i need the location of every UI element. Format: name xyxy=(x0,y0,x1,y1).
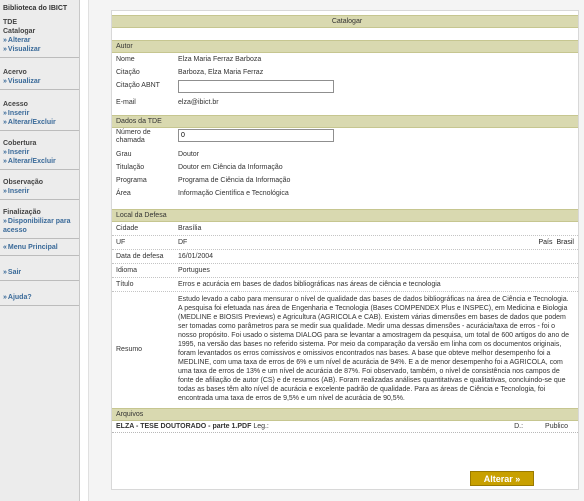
citacao-abnt-label: Citação ABNT xyxy=(116,82,160,89)
sidebar-link-disponibilizar[interactable]: Disponibilizar para acesso xyxy=(3,217,77,235)
citacao-value: Barboza, Elza Maria Ferraz xyxy=(178,69,264,76)
titulo-value: Erros e acurácia em bases de dados bibli… xyxy=(178,281,441,288)
row-cidade: Cidade Brasília xyxy=(112,222,578,236)
area-value: Informação Científica e Tecnológica xyxy=(178,190,289,197)
num-chamada-label: Número de chamada xyxy=(116,129,151,144)
sidebar-link-ajuda[interactable]: Ajuda? xyxy=(3,293,77,302)
programa-label: Programa xyxy=(116,177,147,184)
sidebar-observacao-head: Observação xyxy=(3,179,44,186)
row-idioma: Idioma Portugues xyxy=(112,264,578,278)
section-local-defesa: Local da Defesa xyxy=(112,209,578,222)
titulacao-label: Titulação xyxy=(116,164,145,171)
sidebar-group-finalizacao: Finalização Disponibilizar para acesso xyxy=(0,200,79,239)
row-num-chamada: Número de chamada xyxy=(112,128,578,148)
section-arquivos: Arquivos xyxy=(112,408,578,421)
sidebar-group-sair: Sair xyxy=(0,256,79,281)
file-entry: ELZA - TESE DOUTORADO - parte 1.PDF Leg.… xyxy=(116,423,514,430)
sidebar-tde-label: TDE xyxy=(3,19,17,26)
section-autor: Autor xyxy=(112,40,578,53)
main-area: Catalogar Autor Nome Elza Maria Ferraz B… xyxy=(88,0,584,501)
grau-value: Doutor xyxy=(178,151,200,158)
sidebar-group-observacao: Observação Inserir xyxy=(0,170,79,200)
sidebar-acesso-head: Acesso xyxy=(3,101,28,108)
email-value: elza@ibict.br xyxy=(178,99,219,106)
sidebar-group-acesso: Acesso Inserir Alterar/Excluir xyxy=(0,90,79,131)
file-divider xyxy=(112,432,578,433)
grau-label: Grau xyxy=(116,151,132,158)
programa-value: Programa de Ciência da Informação xyxy=(178,177,291,184)
area-label: Área xyxy=(116,190,131,197)
sidebar-group-menu: Menu Principal xyxy=(0,239,79,256)
citacao-abnt-input[interactable] xyxy=(178,80,334,93)
row-data-defesa: Data de defesa 16/01/2004 xyxy=(112,250,578,264)
resumo-text: Estudo levado a cabo para mensurar o nív… xyxy=(178,296,570,402)
uf-label: UF xyxy=(116,239,126,246)
file-leg: Leg.: xyxy=(253,423,269,430)
pais-label: País xyxy=(538,239,553,246)
page-title: Catalogar xyxy=(112,15,578,28)
row-citacao-abnt: Citação ABNT xyxy=(112,79,578,96)
email-label: E-mail xyxy=(116,99,136,106)
sidebar-finalizacao-head: Finalização xyxy=(3,209,41,216)
alterar-button[interactable]: Alterar » xyxy=(470,471,534,486)
sidebar-link-catalogar-alterar[interactable]: Alterar xyxy=(3,36,77,45)
citacao-label: Citação xyxy=(116,69,140,76)
nome-label: Nome xyxy=(116,56,135,63)
sidebar-title: Biblioteca do IBICT xyxy=(3,5,68,12)
cidade-value: Brasília xyxy=(178,225,202,232)
sidebar-group-ajuda: Ajuda? xyxy=(0,281,79,306)
catalog-panel: Catalogar Autor Nome Elza Maria Ferraz B… xyxy=(111,10,579,490)
sidebar-group-cobertura: Cobertura Inserir Alterar/Excluir xyxy=(0,131,79,170)
num-chamada-input[interactable] xyxy=(178,129,334,142)
sidebar-link-cobertura-inserir[interactable]: Inserir xyxy=(3,148,77,157)
row-resumo: Resumo Estudo levado a cabo para mensura… xyxy=(112,292,578,406)
sidebar-cobertura-head: Cobertura xyxy=(3,140,37,147)
sidebar: Biblioteca do IBICT TDE Catalogar Altera… xyxy=(0,0,80,501)
sidebar-link-cobertura-alterar[interactable]: Alterar/Excluir xyxy=(3,157,77,166)
row-email: E-mail elza@ibict.br xyxy=(112,96,578,113)
uf-value: DF xyxy=(178,239,188,246)
row-programa: Programa Programa de Ciência da Informaç… xyxy=(112,174,578,187)
section-dados-tde: Dados da TDE xyxy=(112,115,578,128)
data-defesa-value: 16/01/2004 xyxy=(178,253,214,260)
sidebar-link-acesso-alterar[interactable]: Alterar/Excluir xyxy=(3,118,77,127)
cidade-label: Cidade xyxy=(116,225,139,232)
titulacao-value: Doutor em Ciência da Informação xyxy=(178,164,283,171)
sidebar-link-menu-principal[interactable]: Menu Principal xyxy=(3,243,77,252)
sidebar-link-acervo-visualizar[interactable]: Visualizar xyxy=(3,77,77,86)
row-area: Área Informação Científica e Tecnológica xyxy=(112,187,578,203)
idioma-value: Portugues xyxy=(178,267,210,274)
sidebar-link-observacao-inserir[interactable]: Inserir xyxy=(3,187,77,196)
sidebar-catalogar-head: Catalogar xyxy=(3,28,36,35)
sidebar-acervo-head: Acervo xyxy=(3,69,27,76)
data-defesa-label: Data de defesa xyxy=(116,253,164,260)
sidebar-link-catalogar-visualizar[interactable]: Visualizar xyxy=(3,45,77,54)
row-nome: Nome Elza Maria Ferraz Barboza xyxy=(112,53,578,66)
file-access: Publico xyxy=(545,423,568,430)
file-row: ELZA - TESE DOUTORADO - parte 1.PDF Leg.… xyxy=(112,421,578,432)
sidebar-group-acervo: Acervo Visualizar xyxy=(0,58,79,90)
sidebar-group-tde: TDE Catalogar Alterar Visualizar xyxy=(0,16,79,58)
file-d: D.: xyxy=(514,423,524,430)
idioma-label: Idioma xyxy=(116,267,138,274)
titulo-label: Título xyxy=(116,281,134,288)
row-uf-pais: UF DF País Brasil xyxy=(112,236,578,250)
nome-value: Elza Maria Ferraz Barboza xyxy=(178,56,262,63)
file-name-link[interactable]: ELZA - TESE DOUTORADO - parte 1.PDF xyxy=(116,423,251,430)
row-titulacao: Titulação Doutor em Ciência da Informaçã… xyxy=(112,161,578,174)
sidebar-link-sair[interactable]: Sair xyxy=(3,268,77,277)
sidebar-link-acesso-inserir[interactable]: Inserir xyxy=(3,109,77,118)
row-citacao: Citação Barboza, Elza Maria Ferraz xyxy=(112,66,578,79)
row-grau: Grau Doutor xyxy=(112,148,578,161)
resumo-label: Resumo xyxy=(116,345,143,353)
pais-value: Brasil xyxy=(556,239,574,246)
row-titulo: Título Erros e acurácia em bases de dado… xyxy=(112,278,578,292)
